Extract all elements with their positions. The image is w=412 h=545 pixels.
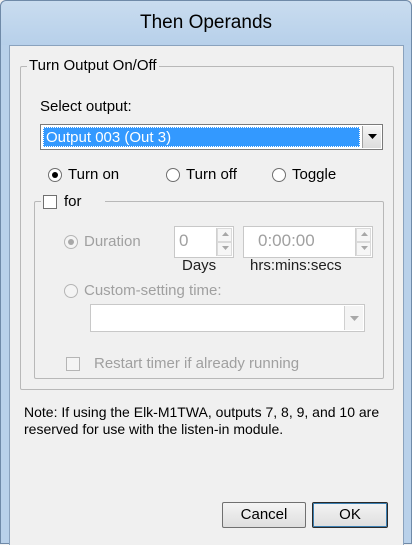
turn-output-legend: Turn Output On/Off	[27, 57, 159, 75]
note-text: Note: If using the Elk-M1TWA, outputs 7,…	[24, 404, 380, 437]
time-up-button[interactable]	[356, 228, 371, 242]
duration-label[interactable]: Duration	[84, 233, 141, 251]
cancel-button[interactable]: Cancel	[222, 502, 306, 528]
chevron-down-icon	[361, 246, 368, 250]
chevron-down-icon	[368, 134, 377, 139]
custom-time-radio[interactable]	[64, 284, 78, 298]
output-select[interactable]: Output 003 (Out 3)	[40, 124, 383, 150]
dialog-title: Then Operands	[139, 12, 273, 33]
days-up-button[interactable]	[217, 228, 232, 242]
days-down-button[interactable]	[217, 242, 232, 256]
turn-on-label[interactable]: Turn on	[68, 166, 119, 184]
turn-off-radio[interactable]	[166, 168, 180, 182]
time-value: 0:00:00	[258, 231, 315, 250]
for-label[interactable]: for	[64, 193, 82, 211]
ok-button[interactable]: OK	[312, 502, 388, 528]
toggle-label[interactable]: Toggle	[292, 166, 336, 184]
dialog-window: Then Operands Turn Output On/Off Select …	[0, 0, 412, 545]
title-bar[interactable]: Then Operands	[1, 1, 411, 45]
select-output-label: Select output:	[40, 98, 132, 115]
chevron-down-icon	[350, 316, 359, 321]
time-caption: hrs:mins:secs	[250, 257, 342, 274]
time-down-button[interactable]	[356, 242, 371, 256]
custom-time-label[interactable]: Custom-setting time:	[84, 282, 222, 300]
restart-timer-label[interactable]: Restart timer if already running	[94, 355, 299, 373]
output-select-dropdown-button[interactable]	[362, 126, 381, 148]
turn-off-label[interactable]: Turn off	[186, 166, 237, 184]
chevron-up-icon	[222, 232, 229, 236]
dialog-body: Turn Output On/Off Select output: Output…	[9, 45, 404, 545]
chevron-down-icon	[222, 246, 229, 250]
chevron-up-icon	[361, 232, 368, 236]
restart-timer-checkbox[interactable]	[66, 357, 80, 371]
for-checkbox[interactable]	[43, 195, 57, 209]
custom-time-select[interactable]	[90, 304, 365, 332]
time-spinner[interactable]: 0:00:00	[243, 226, 373, 258]
days-value: 0	[179, 231, 189, 250]
days-spinner[interactable]: 0	[174, 226, 234, 258]
turn-on-radio[interactable]	[48, 168, 62, 182]
output-select-value: Output 003 (Out 3)	[43, 127, 360, 147]
toggle-radio[interactable]	[272, 168, 286, 182]
duration-radio[interactable]	[64, 235, 78, 249]
custom-time-dropdown-button[interactable]	[344, 306, 363, 330]
days-caption: Days	[182, 257, 217, 274]
